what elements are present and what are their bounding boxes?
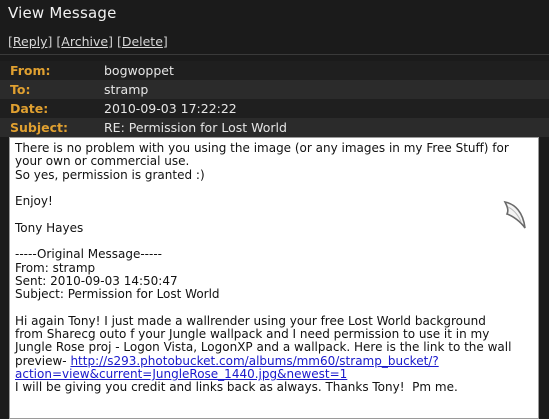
- body-paragraph: Hi again Tony! I just made a wallrender …: [15, 314, 533, 381]
- subject-row: Subject: RE: Permission for Lost World: [0, 118, 549, 137]
- to-value: stramp: [104, 82, 149, 97]
- archive-link[interactable]: Archive: [61, 34, 108, 49]
- original-subject: Subject: Permission for Lost World: [15, 287, 220, 302]
- to-label: To:: [10, 82, 31, 97]
- original-message-header: -----Original Message-----: [15, 247, 162, 262]
- quote-mark-icon: [503, 200, 526, 229]
- body-paragraph: There is no problem with you using the i…: [15, 141, 509, 182]
- to-row: To: stramp: [0, 80, 549, 99]
- subject-label: Subject:: [10, 120, 68, 135]
- body-paragraph: Enjoy!: [15, 194, 53, 209]
- original-sent: Sent: 2010-09-03 14:50:47: [15, 273, 178, 288]
- reply-link[interactable]: Reply: [13, 34, 48, 49]
- original-from: From: stramp: [15, 260, 96, 275]
- date-label: Date:: [10, 101, 49, 116]
- date-row: Date: 2010-09-03 17:22:22: [0, 99, 549, 118]
- body-paragraph: I will be giving you credit and links ba…: [15, 380, 458, 395]
- from-value: bogwoppet: [104, 63, 174, 78]
- from-row: From: bogwoppet: [0, 61, 549, 80]
- message-body[interactable]: There is no problem with you using the i…: [9, 137, 539, 419]
- date-value: 2010-09-03 17:22:22: [104, 101, 237, 116]
- from-label: From:: [10, 63, 51, 78]
- delete-link[interactable]: Delete: [122, 34, 163, 49]
- message-actions: [Reply] [Archive] [Delete]: [8, 34, 168, 49]
- window-title: View Message: [8, 4, 117, 22]
- photobucket-link[interactable]: http://s293.photobucket.com/albums/mm60/…: [15, 354, 439, 381]
- subject-value: RE: Permission for Lost World: [104, 120, 287, 135]
- divider: [0, 54, 549, 55]
- body-signature: Tony Hayes: [15, 220, 84, 235]
